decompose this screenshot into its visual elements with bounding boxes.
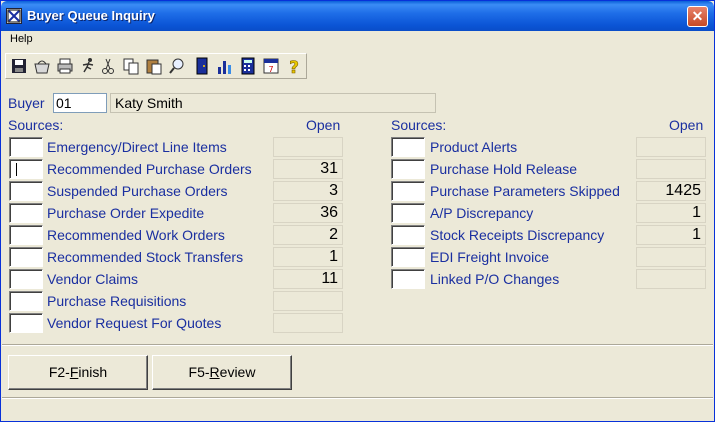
open-count: 2 — [273, 225, 343, 245]
copy-icon[interactable] — [122, 57, 140, 75]
select-emergency-direct[interactable] — [9, 137, 43, 157]
review-prefix: F5- — [188, 364, 210, 380]
select-po-expedite[interactable] — [9, 203, 43, 223]
select-stock-receipts-discrepancy[interactable] — [391, 225, 425, 245]
menu-help[interactable]: Help — [10, 33, 33, 45]
open-count: 31 — [273, 159, 343, 179]
buyer-code-field[interactable]: 01 — [53, 93, 107, 113]
buyer-name-field: Katy Smith — [110, 93, 436, 113]
printer-icon[interactable] — [56, 57, 74, 75]
help-icon[interactable]: ? — [285, 57, 303, 75]
exit-door-icon[interactable] — [193, 57, 211, 75]
right-sources-header: Sources: — [391, 117, 447, 133]
finish-rest: inish — [78, 364, 108, 380]
paste-icon[interactable] — [145, 57, 163, 75]
app-icon — [6, 8, 22, 24]
source-label: Purchase Parameters Skipped — [430, 183, 620, 199]
scissors-icon[interactable] — [99, 57, 117, 75]
open-count: 36 — [273, 203, 343, 223]
review-button[interactable]: F5-Review — [152, 355, 292, 390]
select-linked-po-changes[interactable] — [391, 269, 425, 289]
top-divider — [2, 344, 713, 346]
buyer-queue-window: Buyer Queue Inquiry ✕ Help 7 ? Buyer 01 … — [0, 0, 715, 422]
source-label: Recommended Stock Transfers — [47, 249, 244, 265]
source-label: A/P Discrepancy — [430, 205, 534, 221]
text-caret — [16, 163, 17, 176]
source-label: Linked P/O Changes — [430, 271, 560, 287]
run-icon[interactable] — [79, 57, 97, 75]
calendar-icon[interactable]: 7 — [262, 57, 280, 75]
source-label: Purchase Order Expedite — [47, 205, 205, 221]
open-count — [273, 313, 343, 333]
open-count — [636, 159, 706, 179]
select-ap-discrepancy[interactable] — [391, 203, 425, 223]
select-recommended-wo[interactable] — [9, 225, 43, 245]
source-label: Emergency/Direct Line Items — [47, 139, 227, 155]
chart-icon[interactable] — [216, 57, 234, 75]
source-label: EDI Freight Invoice — [430, 249, 550, 265]
select-vendor-claims[interactable] — [9, 269, 43, 289]
source-label: Stock Receipts Discrepancy — [430, 227, 605, 243]
open-count: 1425 — [636, 181, 706, 201]
open-count — [273, 137, 343, 157]
select-purchase-hold-release[interactable] — [391, 159, 425, 179]
title-bar[interactable]: Buyer Queue Inquiry ✕ — [1, 1, 714, 31]
open-count — [636, 137, 706, 157]
bottom-divider — [2, 397, 713, 399]
select-stock-transfers[interactable] — [9, 247, 43, 267]
basket-icon[interactable] — [33, 57, 51, 75]
close-button[interactable]: ✕ — [687, 6, 708, 27]
menu-bar: Help — [2, 31, 713, 49]
buyer-label: Buyer — [8, 95, 45, 111]
svg-text:?: ? — [289, 58, 299, 75]
review-rest: eview — [219, 364, 256, 380]
save-icon[interactable] — [10, 57, 28, 75]
open-count — [273, 291, 343, 311]
source-label: Recommended Purchase Orders — [47, 161, 252, 177]
select-suspended-po[interactable] — [9, 181, 43, 201]
open-count — [636, 247, 706, 267]
find-icon[interactable] — [168, 57, 186, 75]
select-edi-freight-invoice[interactable] — [391, 247, 425, 267]
source-label: Product Alerts — [430, 139, 518, 155]
left-sources-header: Sources: — [8, 117, 64, 133]
open-count — [636, 269, 706, 289]
open-count: 3 — [273, 181, 343, 201]
open-count: 1 — [636, 203, 706, 223]
right-open-header: Open — [669, 117, 704, 133]
svg-text:7: 7 — [268, 65, 273, 74]
open-count: 1 — [273, 247, 343, 267]
finish-button[interactable]: F2-Finish — [8, 355, 148, 390]
open-count: 1 — [636, 225, 706, 245]
left-open-header: Open — [306, 117, 341, 133]
source-label: Vendor Request For Quotes — [47, 315, 222, 331]
source-label: Suspended Purchase Orders — [47, 183, 228, 199]
review-mnemonic: R — [209, 364, 220, 380]
select-recommended-po[interactable] — [9, 159, 43, 179]
source-label: Purchase Requisitions — [47, 293, 187, 309]
calculator-icon[interactable] — [239, 57, 257, 75]
window-title: Buyer Queue Inquiry — [27, 8, 155, 23]
source-label: Vendor Claims — [47, 271, 139, 287]
finish-prefix: F2- — [48, 364, 70, 380]
source-label: Purchase Hold Release — [430, 161, 578, 177]
toolbar: 7 ? — [5, 53, 307, 79]
select-product-alerts[interactable] — [391, 137, 425, 157]
select-purchase-requisitions[interactable] — [9, 291, 43, 311]
source-label: Recommended Work Orders — [47, 227, 225, 243]
select-vendor-rfq[interactable] — [9, 313, 43, 333]
select-parameters-skipped[interactable] — [391, 181, 425, 201]
open-count: 11 — [273, 269, 343, 289]
